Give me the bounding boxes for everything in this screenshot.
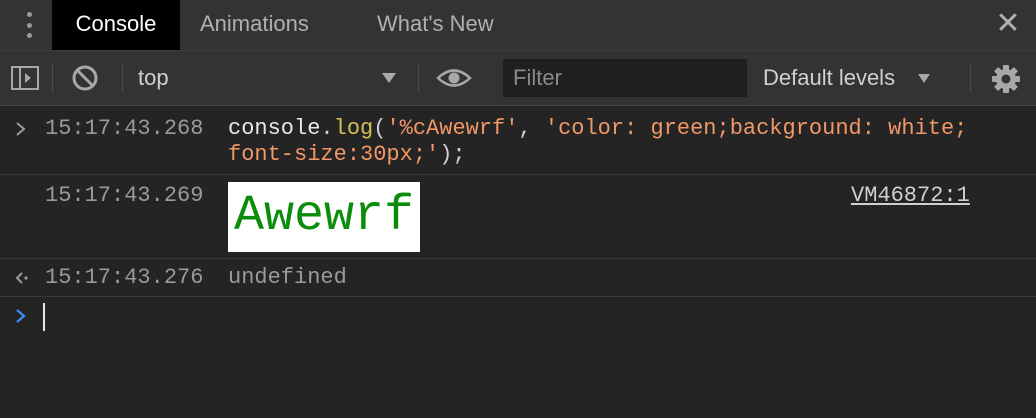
toolbar-divider: [122, 63, 123, 93]
console-prompt-input[interactable]: [43, 303, 45, 331]
clear-console-icon[interactable]: [70, 63, 100, 93]
code-function: log: [333, 116, 374, 141]
tab-console[interactable]: Console: [52, 0, 180, 50]
return-value: undefined: [228, 265, 347, 290]
code-comma: ,: [518, 116, 545, 141]
source-link[interactable]: VM46872:1: [851, 183, 970, 209]
timestamp: 15:17:43.269: [45, 183, 204, 208]
console-log-row: 15:17:43.269 Awewrf VM46872:1: [0, 175, 1036, 259]
close-drawer-icon[interactable]: ✕: [992, 8, 1024, 40]
timestamp: 15:17:43.268: [45, 116, 204, 141]
code-dot: .: [320, 116, 334, 141]
tab-whats-new[interactable]: What's New: [377, 0, 494, 50]
chevron-down-icon[interactable]: [916, 70, 932, 86]
command-code[interactable]: console.log('%cAwewrf', 'color: green;ba…: [228, 116, 988, 168]
devtools-tab-bar: Console Animations What's New ✕: [0, 0, 1036, 51]
console-result-row: 15:17:43.276 undefined: [0, 259, 1036, 297]
tab-animations[interactable]: Animations: [200, 0, 309, 50]
more-options-icon[interactable]: [22, 12, 36, 38]
console-toolbar: top Default levels: [0, 51, 1036, 106]
toolbar-divider: [52, 63, 53, 93]
show-sidebar-icon[interactable]: [10, 64, 40, 92]
toolbar-divider: [970, 63, 971, 93]
log-levels-dropdown[interactable]: Default levels: [763, 51, 895, 105]
filter-input[interactable]: [503, 59, 747, 97]
toolbar-divider: [418, 63, 419, 93]
timestamp: 15:17:43.276: [45, 265, 204, 290]
context-selector[interactable]: top: [138, 51, 169, 105]
gear-icon[interactable]: [990, 63, 1022, 95]
code-paren-open: (: [373, 116, 387, 141]
eye-icon[interactable]: [436, 65, 472, 91]
code-string-arg: '%cAwewrf': [386, 116, 519, 141]
code-paren-close: );: [439, 142, 466, 167]
code-object: console: [228, 116, 321, 141]
return-arrow-icon: [15, 272, 28, 284]
console-input-row: 15:17:43.268 console.log('%cAwewrf', 'co…: [0, 106, 1036, 175]
prompt-chevron-icon: [16, 309, 26, 323]
styled-log-output: Awewrf: [228, 182, 421, 252]
chevron-down-icon[interactable]: [380, 69, 398, 87]
chevron-right-icon: [16, 122, 26, 136]
